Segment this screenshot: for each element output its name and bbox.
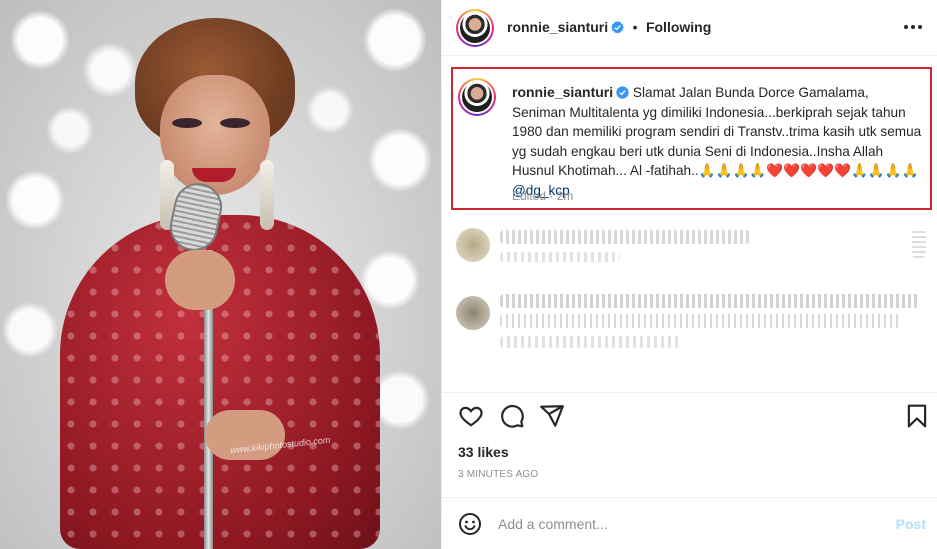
photo-eye-left	[172, 118, 202, 128]
post-detail-pane: ronnie_sianturi • Following ronnie_siant…	[441, 0, 937, 549]
header-separator: •	[632, 19, 638, 35]
caption-highlight-box: ronnie_sianturi Slamat Jalan Bunda Dorce…	[451, 67, 932, 210]
post-photo[interactable]: www.kikiphotostudio.com	[0, 0, 441, 549]
post-header: ronnie_sianturi • Following	[442, 0, 937, 56]
emoji-icon[interactable]	[458, 512, 482, 536]
verified-badge-icon	[611, 21, 624, 34]
caption-edited-time: Edited · 2m	[512, 189, 574, 203]
following-button[interactable]: Following	[646, 19, 711, 35]
photo-earring-right	[260, 160, 274, 230]
comment-bar: Post	[442, 497, 937, 549]
caption-username[interactable]: ronnie_sianturi	[512, 84, 613, 100]
comment-input[interactable]	[498, 513, 878, 535]
comment-icon[interactable]	[499, 403, 525, 429]
header-username[interactable]: ronnie_sianturi	[507, 19, 608, 35]
post-timestamp: 3 MINUTES AGO	[458, 469, 539, 480]
post-actions-bar	[442, 392, 937, 432]
caption-text: ronnie_sianturi Slamat Jalan Bunda Dorce…	[512, 83, 926, 200]
likes-count[interactable]: 33 likes	[458, 444, 509, 460]
paper-plane-icon[interactable]	[539, 403, 565, 429]
photo-eye-right	[220, 118, 250, 128]
bookmark-icon[interactable]	[904, 403, 930, 429]
heart-icon[interactable]	[458, 403, 484, 429]
more-options-icon[interactable]	[902, 17, 924, 37]
header-user-line: ronnie_sianturi • Following	[507, 19, 711, 37]
photo-hand-upper	[165, 250, 235, 310]
header-avatar[interactable]	[456, 9, 494, 47]
caption-avatar[interactable]	[458, 78, 496, 116]
post-comment-button[interactable]: Post	[896, 516, 926, 532]
verified-badge-icon	[616, 86, 629, 99]
blurred-comments	[442, 218, 937, 378]
